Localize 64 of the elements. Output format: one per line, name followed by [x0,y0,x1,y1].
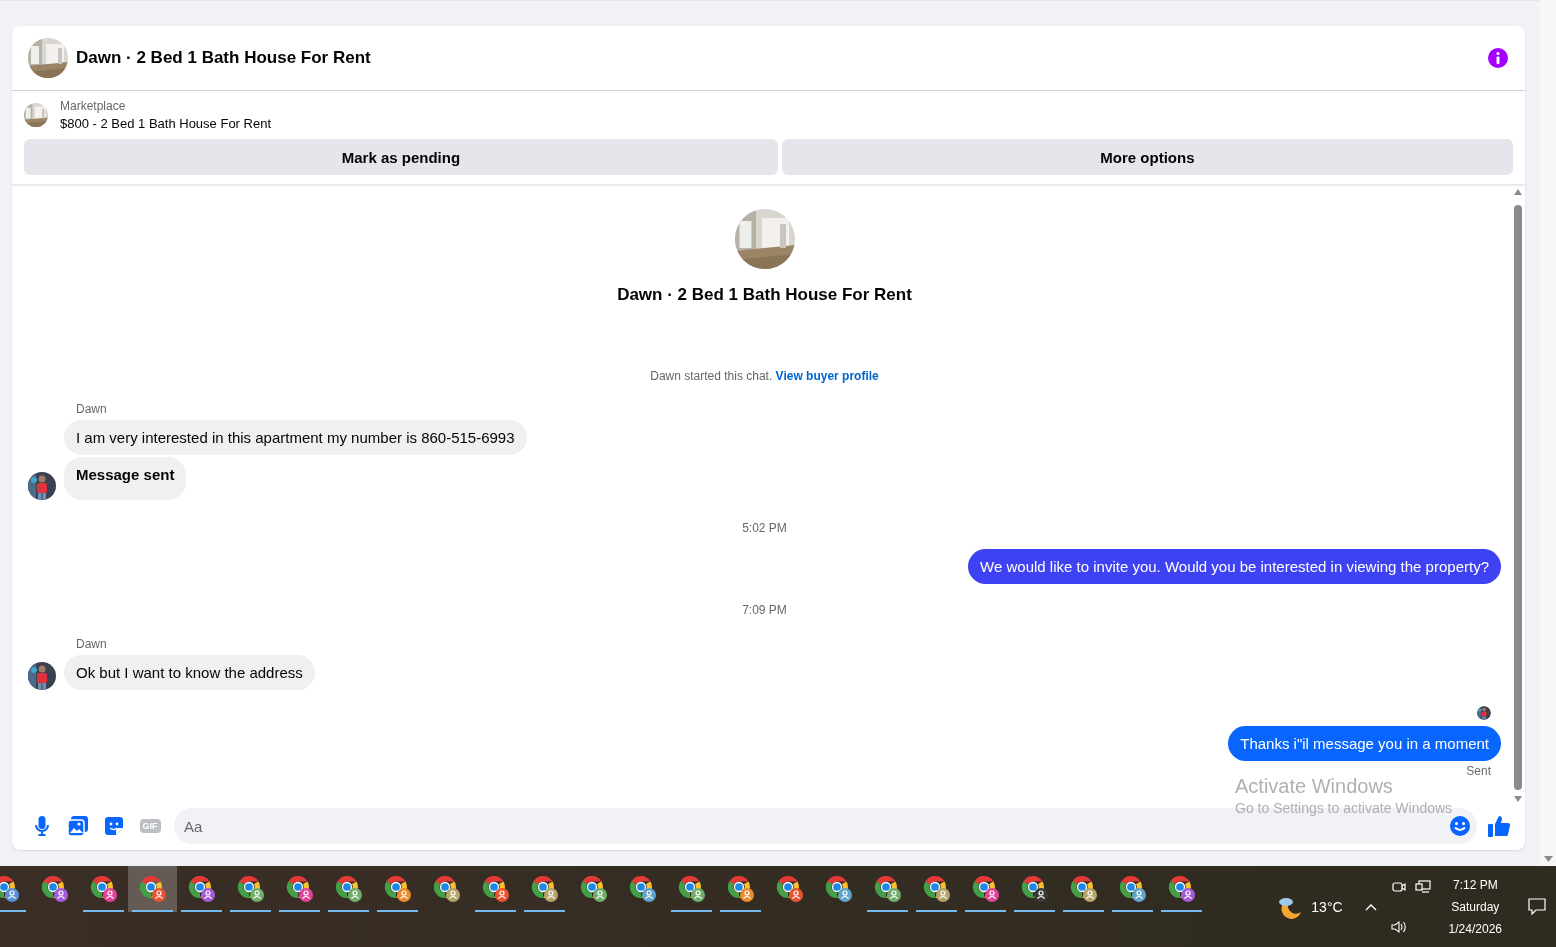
sticker-icon[interactable] [104,816,124,836]
browser-icon [726,875,755,903]
notification-icon[interactable] [1528,898,1546,915]
listing-source: Marketplace [60,99,127,113]
network-icon[interactable] [1414,879,1431,894]
scrollbar-thumb[interactable] [1514,205,1522,790]
scroll-down-arrow[interactable] [1514,796,1522,802]
browser-icon [0,875,20,903]
conversation-title: Dawn · 2 Bed 1 Bath House For Rent [76,48,372,68]
message-bubble: I am very interested in this apartment my number is 860-515-6993 [64,420,527,455]
seen-avatar [1477,706,1491,720]
browser-icon [383,875,412,903]
camera-icon[interactable] [1391,879,1406,894]
browser-icon [432,875,461,903]
info-icon[interactable] [1487,47,1509,69]
timestamp: 7:09 PM [741,603,788,617]
browser-icon [1020,875,1049,903]
browser-icon [677,875,706,903]
chat-intro-title: Dawn · 2 Bed 1 Bath House For Rent [617,285,912,305]
sender-name: Dawn [76,637,108,651]
chevron-up-icon[interactable] [1364,902,1377,911]
scroll-down-arrow[interactable] [1543,856,1553,862]
browser-icon [285,875,314,903]
message-bubble: Thanks i"il message you in a moment [1228,726,1501,761]
like-icon[interactable] [1488,815,1510,837]
browser-icon [628,875,657,903]
temperature[interactable]: 13°C [1311,898,1343,915]
volume-icon[interactable] [1390,919,1407,934]
sender-name: Dawn [76,402,108,416]
browser-icon [138,875,167,903]
browser-icon [236,875,265,903]
browser-icon [530,875,559,903]
browser-icon [1167,875,1196,903]
browser-icon [775,875,804,903]
chat-notice: Dawn started this chat. View buyer profile [649,369,880,383]
photo-icon[interactable] [68,816,88,836]
activation-title: Activate Windows [1235,774,1394,798]
browser-icon [579,875,608,903]
browser-icon [1118,875,1147,903]
action-button[interactable]: More options [781,139,1513,175]
buyer-profile-link[interactable]: View buyer profile [775,369,879,383]
emoji-icon[interactable] [1449,815,1471,837]
browser-icon [971,875,1000,903]
scroll-up-arrow[interactable] [1514,189,1522,195]
browser-icon [334,875,363,903]
browser-icon [40,875,69,903]
action-button[interactable]: Mark as pending [24,139,778,175]
browser-icon [1069,875,1098,903]
avatar [28,472,56,500]
message-bubble: We would like to invite you. Would you be interested in viewing the property? [968,549,1501,584]
browser-icon [187,875,216,903]
avatar [28,662,56,690]
browser-icon [89,875,118,903]
browser-icon [873,875,902,903]
delivery-status: Sent [1466,764,1491,778]
message-bubble: Message sent [64,457,187,500]
listing-title[interactable]: $800 - 2 Bed 1 Bath House For Rent [60,116,271,131]
clock[interactable]: 7:12 PM Saturday 1/24/2026 [1448,877,1502,936]
browser-icon [824,875,853,903]
timestamp: 5:02 PM [741,521,788,535]
browser-icon [481,875,510,903]
browser-icon [922,875,951,903]
message-bubble: Ok but I want to know the address [64,655,315,690]
microphone-icon[interactable] [35,816,49,836]
